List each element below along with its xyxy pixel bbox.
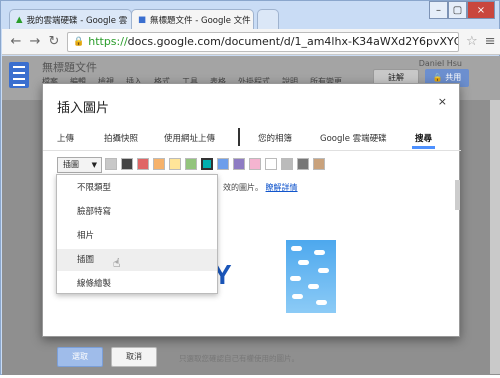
color-swatch[interactable]: [217, 158, 229, 170]
browser-toolbar: ← → ↻ 🔒 https://docs.google.com/document…: [2, 29, 500, 55]
bookmark-star-icon[interactable]: ☆: [466, 34, 478, 49]
close-dialog-icon[interactable]: ×: [438, 95, 447, 108]
learn-more-link[interactable]: 瞭解詳情: [266, 183, 298, 192]
url-text: docs.google.com/document/d/1_am4lhx-K34a…: [127, 35, 458, 48]
tab-label: 我的雲端硬碟 - Google 雲: [26, 15, 128, 26]
results-scrollbar[interactable]: [455, 180, 460, 210]
chevron-down-icon: ▼: [91, 161, 97, 169]
dialog-footer: 選取 取消 只選取您確認自己有權使用的圖片。: [43, 338, 461, 378]
image-type-select[interactable]: 插圖 ▼: [57, 157, 102, 173]
share-label: 共用: [445, 73, 462, 82]
url-scheme: https://: [88, 35, 128, 48]
tab-label: 無標題文件 - Google 文件: [150, 15, 251, 26]
tab-drive[interactable]: Google 雲端硬碟: [320, 132, 387, 144]
type-option-lineart[interactable]: 線條繪製: [57, 273, 217, 295]
color-swatch[interactable]: [185, 158, 197, 170]
tab-strip: ▲ 我的雲端硬碟 - Google 雲 × ■ 無標題文件 - Google 文…: [1, 1, 500, 29]
tab-snapshot[interactable]: 拍攝快照: [104, 132, 138, 144]
tab-upload[interactable]: 上傳: [57, 132, 74, 144]
type-option-photo[interactable]: 相片: [57, 225, 217, 247]
user-name[interactable]: Daniel Hsu: [419, 59, 462, 68]
type-option-label: 插圖: [77, 255, 95, 265]
forward-icon[interactable]: →: [29, 34, 41, 49]
page-scrollbar[interactable]: [490, 100, 500, 374]
maximize-button[interactable]: ▢: [448, 1, 467, 19]
minimize-button[interactable]: –: [429, 1, 448, 19]
color-swatch[interactable]: [233, 158, 245, 170]
docs-logo-icon[interactable]: [9, 62, 29, 88]
docs-icon: ■: [138, 14, 147, 25]
cancel-button[interactable]: 取消: [111, 347, 157, 367]
lock-icon: 🔒: [73, 36, 85, 47]
image-type-value: 插圖: [63, 160, 79, 169]
menu-icon[interactable]: ≡: [485, 34, 496, 49]
back-icon[interactable]: ←: [10, 34, 22, 49]
color-swatch[interactable]: [249, 158, 261, 170]
tab-drive[interactable]: ▲ 我的雲端硬碟 - Google 雲 ×: [9, 9, 132, 29]
color-swatch[interactable]: [105, 158, 117, 170]
color-swatch[interactable]: [201, 158, 213, 170]
insert-image-dialog: 插入圖片 × 上傳 拍攝快照 使用網址上傳 您的相簿 Google 雲端硬碟 搜…: [42, 83, 461, 367]
color-swatch[interactable]: [297, 158, 309, 170]
color-swatch[interactable]: [153, 158, 165, 170]
document-title[interactable]: 無標題文件: [42, 59, 97, 75]
new-tab-button[interactable]: [257, 9, 279, 29]
page-area: 無標題文件 檔案 編輯 檢視 插入 格式 工具 表格 外掛程式 說明 所有變更 …: [2, 56, 500, 375]
reload-icon[interactable]: ↻: [48, 34, 60, 49]
search-hint: 效的圖片。 瞭解詳情: [223, 182, 298, 193]
image-type-dropdown: 不限類型 臉部特寫 相片 插圖 ☝ 線條繪製: [56, 174, 218, 294]
color-filter: [105, 158, 325, 170]
tab-docs[interactable]: ■ 無標題文件 - Google 文件 ×: [131, 9, 254, 29]
close-window-button[interactable]: ×: [467, 1, 495, 19]
tab-underline: [43, 150, 461, 151]
address-bar[interactable]: 🔒 https://docs.google.com/document/d/1_a…: [67, 31, 459, 52]
result-image-sky[interactable]: [286, 240, 336, 313]
color-swatch[interactable]: [137, 158, 149, 170]
tab-search[interactable]: 搜尋: [411, 132, 436, 149]
tab-url[interactable]: 使用網址上傳: [164, 132, 215, 144]
type-option-any[interactable]: 不限類型: [57, 177, 217, 199]
color-swatch[interactable]: [169, 158, 181, 170]
color-swatch[interactable]: [281, 158, 293, 170]
type-option-clipart[interactable]: 插圖 ☝: [57, 249, 217, 271]
dialog-title: 插入圖片: [57, 101, 110, 116]
tab-albums[interactable]: 您的相簿: [258, 132, 292, 144]
color-swatch[interactable]: [121, 158, 133, 170]
hint-text: 效的圖片。: [223, 183, 263, 192]
drive-icon: ▲: [16, 14, 23, 25]
dialog-tabs: 上傳 拍攝快照 使用網址上傳 您的相簿 Google 雲端硬碟 搜尋: [43, 126, 461, 150]
type-option-face[interactable]: 臉部特寫: [57, 201, 217, 223]
tab-divider: [238, 128, 240, 146]
hand-cursor-icon: ☝: [113, 256, 121, 270]
select-button[interactable]: 選取: [57, 347, 103, 367]
browser-window: ▲ 我的雲端硬碟 - Google 雲 × ■ 無標題文件 - Google 文…: [0, 0, 500, 375]
color-swatch[interactable]: [313, 158, 325, 170]
color-swatch[interactable]: [265, 158, 277, 170]
usage-note: 只選取您確認自己有權使用的圖片。: [179, 354, 299, 363]
